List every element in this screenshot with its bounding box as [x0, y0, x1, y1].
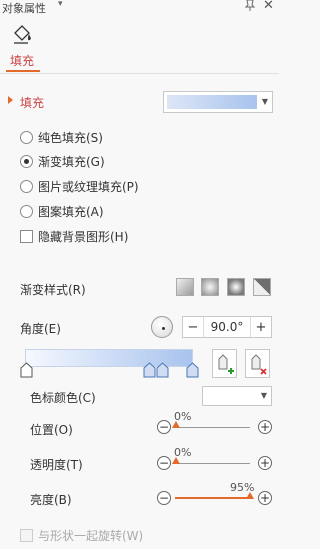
radio-label: 图片或纹理填充(P): [38, 179, 139, 194]
transparency-slider-track[interactable]: [175, 463, 250, 464]
angle-label: 角度(E): [20, 322, 61, 336]
fill-bucket-icon[interactable]: [12, 24, 34, 46]
style-path-button[interactable]: [253, 278, 271, 296]
chevron-down-icon: ▼: [260, 391, 267, 400]
chevron-down-icon: ▼: [261, 97, 268, 106]
checkbox[interactable]: [20, 229, 33, 243]
radio-label: 纯色填充(S): [38, 130, 103, 145]
checkbox-label: 隐藏背景图形(H): [38, 229, 129, 244]
checkbox[interactable]: [20, 528, 33, 542]
position-decrease-button[interactable]: −: [157, 420, 171, 434]
stop-color-dropdown[interactable]: ▼: [202, 386, 272, 406]
tab-underline: [6, 70, 40, 72]
radio-picture-fill[interactable]: 图片或纹理填充(P): [20, 177, 139, 195]
gradient-stop[interactable]: [156, 362, 169, 378]
brightness-label: 亮度(B): [30, 493, 72, 507]
add-stop-icon: [218, 354, 234, 374]
style-rectangular-button[interactable]: [227, 278, 245, 296]
panel-title[interactable]: 对象属性: [2, 0, 46, 16]
delete-stop-icon: [251, 354, 267, 375]
angle-spinbox[interactable]: − 90.0° +: [182, 316, 272, 338]
transparency-decrease-button[interactable]: −: [157, 456, 171, 470]
tab-fill[interactable]: 填充: [10, 52, 34, 69]
position-value: 0%: [174, 410, 192, 423]
brightness-value: 95%: [230, 481, 255, 494]
radio-button[interactable]: [20, 154, 33, 168]
pin-icon[interactable]: [244, 0, 256, 15]
brightness-increase-button[interactable]: +: [258, 491, 272, 505]
radio-gradient-fill[interactable]: 渐变填充(G): [20, 152, 105, 170]
gradient-style-label: 渐变样式(R): [20, 283, 86, 297]
position-label: 位置(O): [30, 423, 73, 437]
style-radial-button[interactable]: [201, 278, 219, 296]
radio-pattern-fill[interactable]: 图案填充(A): [20, 202, 104, 220]
stop-color-label: 色标颜色(C): [30, 391, 96, 405]
divider: [0, 73, 279, 74]
increase-button[interactable]: +: [251, 317, 271, 337]
brightness-slider-track[interactable]: [175, 497, 250, 499]
style-linear-button[interactable]: [176, 278, 194, 296]
transparency-value: 0%: [174, 446, 192, 459]
radio-button[interactable]: [20, 130, 33, 144]
delete-stop-button[interactable]: [245, 349, 270, 378]
hide-background-checkbox[interactable]: 隐藏背景图形(H): [20, 227, 128, 245]
radio-button[interactable]: [20, 179, 33, 193]
section-title-fill[interactable]: 填充: [20, 94, 44, 111]
collapse-arrow-icon[interactable]: [8, 96, 13, 104]
angle-dial[interactable]: [151, 316, 173, 338]
radio-solid-fill[interactable]: 纯色填充(S): [20, 128, 103, 146]
rotate-with-shape-checkbox[interactable]: 与形状一起旋转(W): [20, 526, 143, 544]
gradient-stop[interactable]: [186, 362, 199, 378]
fill-color-dropdown[interactable]: ▼: [163, 91, 273, 113]
radio-label: 图案填充(A): [38, 204, 104, 219]
brightness-decrease-button[interactable]: −: [157, 491, 171, 505]
chevron-down-icon[interactable]: ▾: [58, 0, 63, 9]
position-slider-track[interactable]: [175, 427, 250, 428]
transparency-increase-button[interactable]: +: [258, 456, 272, 470]
angle-value[interactable]: 90.0°: [203, 317, 251, 337]
add-stop-button[interactable]: [212, 349, 237, 378]
gradient-swatch: [167, 95, 257, 109]
decrease-button[interactable]: −: [183, 317, 203, 337]
title-bar: 对象属性 ▾ ✕: [0, 0, 279, 16]
gradient-stop[interactable]: [20, 362, 33, 378]
radio-button[interactable]: [20, 204, 33, 218]
radio-label: 渐变填充(G): [38, 154, 105, 169]
gradient-stop[interactable]: [143, 362, 156, 378]
checkbox-label: 与形状一起旋转(W): [38, 528, 144, 543]
transparency-label: 透明度(T): [30, 458, 83, 472]
position-increase-button[interactable]: +: [258, 420, 272, 434]
close-icon[interactable]: ✕: [263, 0, 274, 13]
